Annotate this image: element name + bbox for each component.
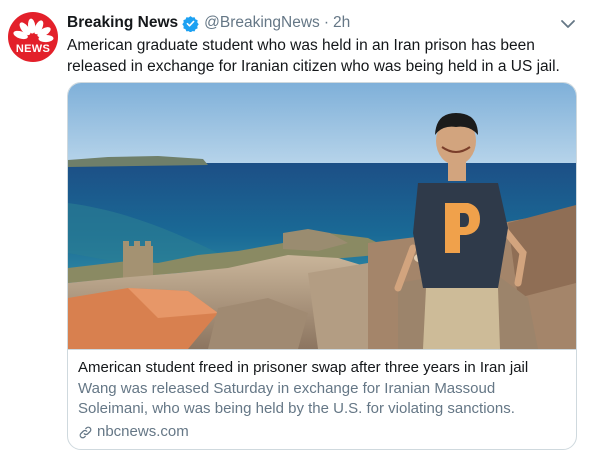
tweet-text: American graduate student who was held i…: [67, 37, 560, 75]
link-card[interactable]: American student freed in prisoner swap …: [67, 82, 577, 450]
card-domain[interactable]: nbcnews.com: [78, 422, 189, 442]
verified-badge-icon: [182, 15, 199, 32]
avatar[interactable]: NEWS: [8, 12, 58, 62]
card-domain-text: nbcnews.com: [97, 423, 189, 440]
chevron-down-icon[interactable]: [558, 16, 578, 32]
card-description: Wang was released Saturday in exchange f…: [78, 380, 515, 417]
separator-dot: ·: [323, 14, 329, 31]
tweet[interactable]: NEWS Breaking News @BreakingNews · 2h Am…: [0, 0, 604, 459]
card-title: American student freed in prisoner swap …: [78, 359, 529, 376]
handle[interactable]: @BreakingNews: [204, 14, 320, 32]
avatar-label: NEWS: [15, 43, 51, 55]
display-name[interactable]: Breaking News: [67, 14, 178, 32]
link-icon: [78, 425, 93, 440]
tweet-header: Breaking News @BreakingNews · 2h: [67, 12, 350, 34]
card-body: American student freed in prisoner swap …: [68, 349, 576, 449]
card-image: [68, 83, 576, 349]
timestamp[interactable]: 2h: [333, 14, 350, 32]
